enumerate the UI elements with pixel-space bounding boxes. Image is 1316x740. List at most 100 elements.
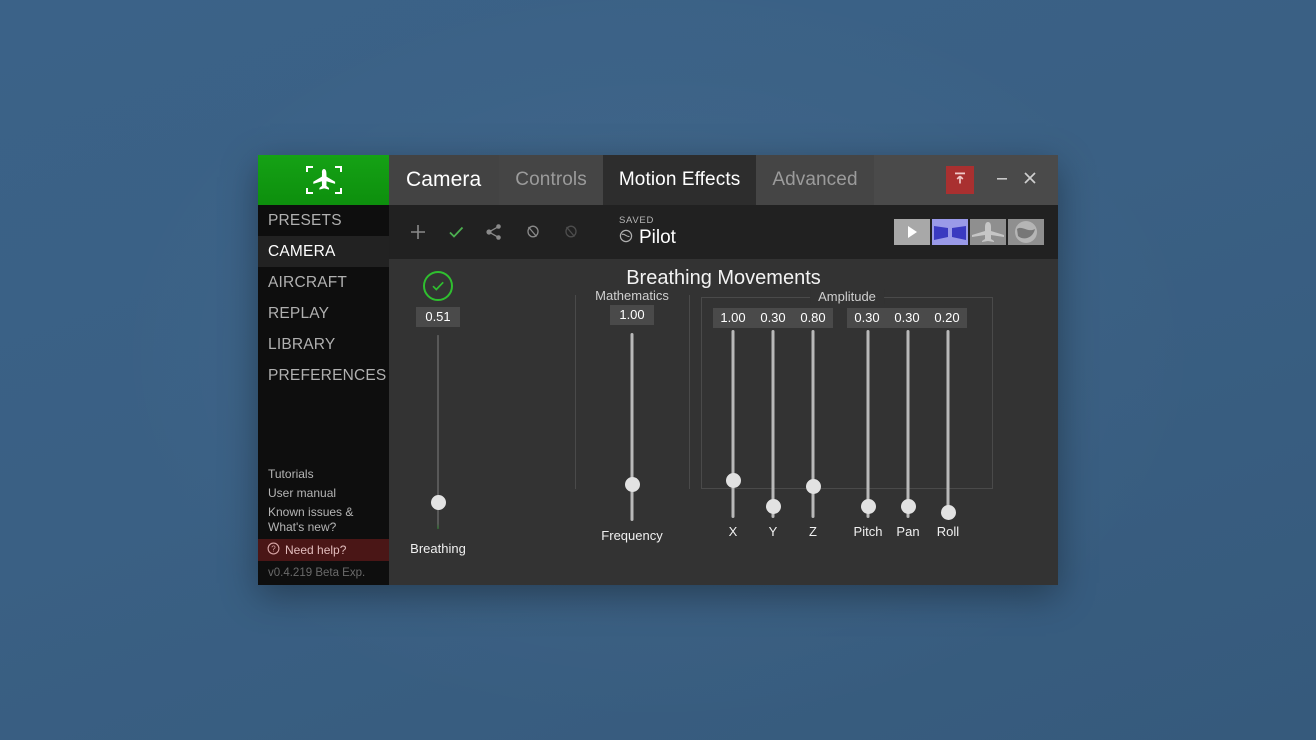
amplitude-z-value[interactable]: 0.80	[793, 311, 833, 324]
divider-left	[575, 295, 576, 489]
window-controls	[946, 155, 1058, 205]
amplitude-pan-value[interactable]: 0.30	[887, 311, 927, 324]
amplitude-x-slider[interactable]	[722, 330, 744, 520]
svg-text:?: ?	[271, 545, 276, 554]
amplitude-roll-label: Roll	[937, 524, 959, 539]
sidebar: PRESETS CAMERA AIRCRAFT REPLAY LIBRARY P…	[258, 205, 389, 585]
preset-saved-label: SAVED	[619, 215, 676, 226]
share-preset-icon[interactable]	[477, 215, 511, 249]
close-button[interactable]	[1016, 166, 1044, 194]
breathing-slider[interactable]	[427, 335, 449, 535]
page-title: Breathing Movements	[389, 267, 1058, 290]
sidebar-link-user-manual[interactable]: User manual	[258, 486, 389, 501]
breathing-label: Breathing	[410, 541, 466, 556]
amplitude-pan-track	[907, 330, 910, 518]
tab-camera[interactable]: Camera	[389, 155, 499, 205]
title-bar: Camera Controls Motion Effects Advanced	[258, 155, 1058, 205]
amplitude-x-label: X	[729, 524, 738, 539]
amplitude-z-slider-group: Z	[795, 330, 831, 539]
tab-advanced[interactable]: Advanced	[756, 155, 873, 205]
sidebar-item-preferences[interactable]: PREFERENCES	[258, 360, 389, 391]
amplitude-pitch-track	[867, 330, 870, 518]
sidebar-link-user-manual-label: User manual	[268, 486, 336, 500]
active-preset[interactable]: SAVED Pilot	[619, 215, 676, 249]
sidebar-item-camera-label: CAMERA	[268, 243, 336, 261]
tab-controls[interactable]: Controls	[499, 155, 603, 205]
external-view-thumb[interactable]	[1008, 219, 1044, 245]
amplitude-roll-slider[interactable]	[937, 330, 959, 520]
frequency-handle[interactable]	[625, 477, 640, 492]
play-thumb[interactable]	[894, 219, 930, 245]
sidebar-item-presets[interactable]: PRESETS	[258, 205, 389, 236]
amplitude-y-handle[interactable]	[766, 499, 781, 514]
sidebar-item-preferences-label: PREFERENCES	[268, 367, 386, 385]
breathing-slider-group: 0.51 Breathing	[420, 271, 456, 556]
sidebar-need-help-button[interactable]: ? Need help?	[258, 539, 389, 561]
sidebar-link-whats-new-label: What's new?	[268, 520, 389, 535]
amplitude-pitch-slider-group: Pitch	[850, 330, 886, 539]
mathematics-group-label-text: Mathematics	[595, 288, 669, 303]
amplitude-pitch-handle[interactable]	[861, 499, 876, 514]
amplitude-roll-handle[interactable]	[941, 505, 956, 520]
app-version-label: v0.4.219 Beta Exp.	[268, 567, 365, 579]
apply-preset-icon[interactable]	[439, 215, 473, 249]
motion-effects-panel: Breathing Movements 0.51 Breathing Mathe…	[389, 259, 1058, 585]
sidebar-item-replay[interactable]: REPLAY	[258, 298, 389, 329]
amplitude-ppr-values[interactable]: 0.30 0.30 0.20	[847, 308, 967, 328]
amplitude-pan-slider[interactable]	[897, 330, 919, 520]
app-logo[interactable]	[258, 155, 389, 205]
frequency-value[interactable]: 1.00	[610, 305, 654, 325]
amplitude-roll-slider-group: Roll	[930, 330, 966, 539]
tab-motion-effects[interactable]: Motion Effects	[603, 155, 756, 205]
amplitude-z-label: Z	[809, 524, 817, 539]
motion-effects-window: Camera Controls Motion Effects Advanced	[258, 155, 1058, 585]
app-version: v0.4.219 Beta Exp.	[258, 561, 389, 585]
close-icon	[1021, 169, 1039, 192]
tab-controls-label: Controls	[515, 169, 587, 191]
duplicate-preset-disabled-icon[interactable]	[553, 215, 587, 249]
amplitude-y-value[interactable]: 0.30	[753, 311, 793, 324]
cockpit-view-thumb[interactable]	[932, 219, 968, 245]
check-circle-icon[interactable]	[423, 271, 453, 301]
amplitude-pan-handle[interactable]	[901, 499, 916, 514]
preset-globe-icon	[619, 229, 633, 248]
sidebar-item-camera[interactable]: CAMERA	[258, 236, 389, 267]
sidebar-item-library[interactable]: LIBRARY	[258, 329, 389, 360]
pin-to-top-button[interactable]	[946, 166, 974, 194]
amplitude-z-slider[interactable]	[802, 330, 824, 520]
amplitude-pitch-slider[interactable]	[857, 330, 879, 520]
sidebar-item-presets-label: PRESETS	[268, 212, 342, 230]
breathing-value[interactable]: 0.51	[416, 307, 460, 327]
titlebar-drag-area[interactable]	[874, 155, 946, 205]
airplane-framed-icon	[303, 163, 345, 197]
add-preset-icon[interactable]	[401, 215, 435, 249]
sidebar-link-known-issues-label: Known issues &	[268, 505, 389, 520]
tab-motion-effects-label: Motion Effects	[619, 169, 740, 191]
frequency-slider[interactable]	[621, 333, 643, 523]
amplitude-xyz-values[interactable]: 1.00 0.30 0.80	[713, 308, 833, 328]
frequency-track	[631, 333, 634, 521]
pin-to-top-icon	[952, 170, 968, 191]
amplitude-x-handle[interactable]	[726, 473, 741, 488]
frequency-label: Frequency	[601, 528, 662, 543]
amplitude-roll-value[interactable]: 0.20	[927, 311, 967, 324]
amplitude-group-label: Amplitude	[810, 289, 884, 304]
amplitude-x-value[interactable]: 1.00	[713, 311, 753, 324]
tab-camera-label: Camera	[406, 168, 481, 192]
sidebar-item-library-label: LIBRARY	[268, 336, 335, 354]
sidebar-link-known-issues[interactable]: Known issues & What's new?	[258, 505, 389, 535]
amplitude-y-slider[interactable]	[762, 330, 784, 520]
amplitude-pitch-value[interactable]: 0.30	[847, 311, 887, 324]
sidebar-link-tutorials[interactable]: Tutorials	[258, 467, 389, 482]
aircraft-view-thumb[interactable]	[970, 219, 1006, 245]
amplitude-y-slider-group: Y	[755, 330, 791, 539]
amplitude-z-handle[interactable]	[806, 479, 821, 494]
breathing-handle[interactable]	[431, 495, 446, 510]
duplicate-preset-icon[interactable]	[515, 215, 549, 249]
mathematics-group-label: Mathematics	[586, 288, 678, 303]
minimize-button[interactable]	[988, 166, 1016, 194]
amplitude-y-label: Y	[769, 524, 778, 539]
sidebar-item-aircraft[interactable]: AIRCRAFT	[258, 267, 389, 298]
amplitude-roll-track	[947, 330, 950, 518]
minimize-icon	[994, 168, 1010, 184]
